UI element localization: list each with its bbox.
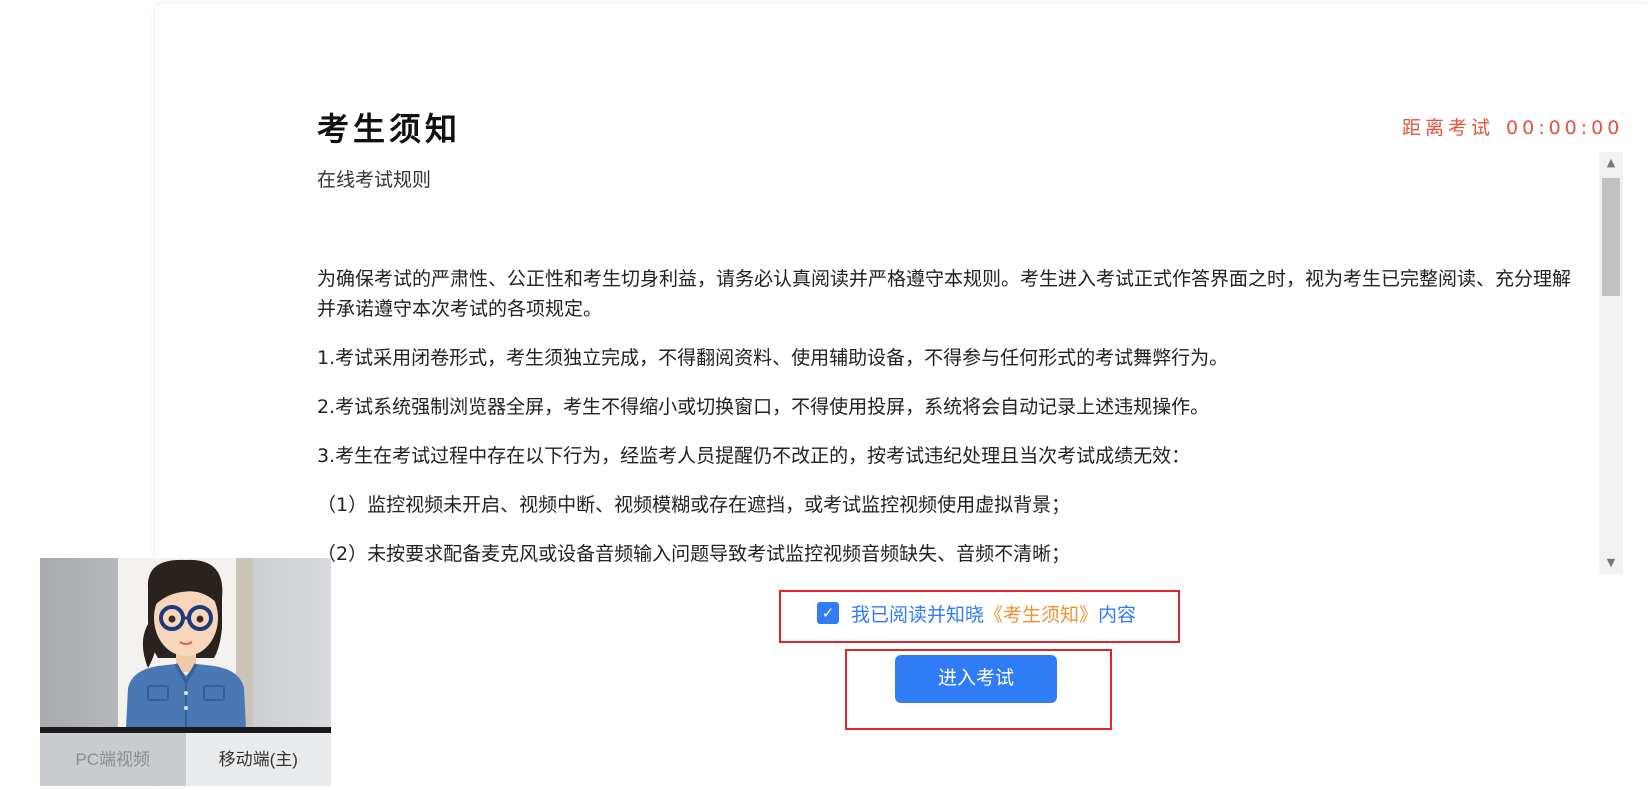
acknowledge-text-prefix: 我已阅读并知晓 (851, 604, 985, 626)
page-title: 考生须知 (317, 110, 462, 148)
acknowledge-label[interactable]: 我已阅读并知晓《考生须知》内容 (851, 600, 1136, 627)
acknowledge-checkbox[interactable]: ✓ (817, 602, 839, 624)
rules-paragraph: 3.考生在考试过程中存在以下行为，经监考人员提醒仍不改正的，按考试违纪处理且当次… (317, 445, 1191, 467)
tab-pc-video[interactable]: PC端视频 (40, 733, 186, 786)
countdown-label: 距离考试 (1402, 117, 1495, 139)
rules-scrollbar[interactable]: ▲ ▼ (1599, 152, 1623, 574)
page-subtitle: 在线考试规则 (317, 169, 432, 191)
rules-content[interactable]: 为确保考试的严肃性、公正性和考生切身利益，请务必认真阅读并严格遵守本规则。考生进… (317, 264, 1579, 576)
scrollbar-thumb[interactable] (1602, 178, 1620, 296)
rules-paragraph: （2）未按要求配备麦克风或设备音频输入问题导致考试监控视频音频缺失、音频不清晰； (317, 543, 1071, 565)
notice-link[interactable]: 《考生须知》 (984, 604, 1098, 626)
scroll-down-arrow-icon[interactable]: ▼ (1599, 552, 1623, 574)
user-avatar-image (118, 558, 253, 728)
rules-paragraph: 为确保考试的严肃性、公正性和考生切身利益，请务必认真阅读并严格遵守本规则。考生进… (317, 268, 1572, 320)
tab-mobile-video[interactable]: 移动端(主) (185, 733, 331, 786)
check-icon: ✓ (821, 604, 835, 622)
rules-paragraph: 1.考试采用闭卷形式，考生须独立完成，不得翻阅资料、使用辅助设备，不得参与任何形… (317, 347, 1229, 369)
exam-countdown: 距离考试 00:00:00 (1402, 113, 1623, 140)
video-tabs: PC端视频 移动端(主) (40, 733, 331, 786)
acknowledge-text-suffix: 内容 (1098, 604, 1137, 626)
video-feed (40, 558, 331, 733)
countdown-time: 00:00:00 (1506, 117, 1624, 139)
proctor-video-panel: PC端视频 移动端(主) (40, 558, 331, 786)
rules-paragraph: 2.考试系统强制浏览器全屏，考生不得缩小或切换窗口，不得使用投屏，系统将会自动记… (317, 396, 1210, 418)
rules-paragraph: （1）监控视频未开启、视频中断、视频模糊或存在遮挡，或考试监控视频使用虚拟背景； (317, 494, 1071, 516)
enter-exam-button[interactable]: 进入考试 (895, 655, 1057, 703)
scroll-up-arrow-icon[interactable]: ▲ (1599, 152, 1623, 174)
